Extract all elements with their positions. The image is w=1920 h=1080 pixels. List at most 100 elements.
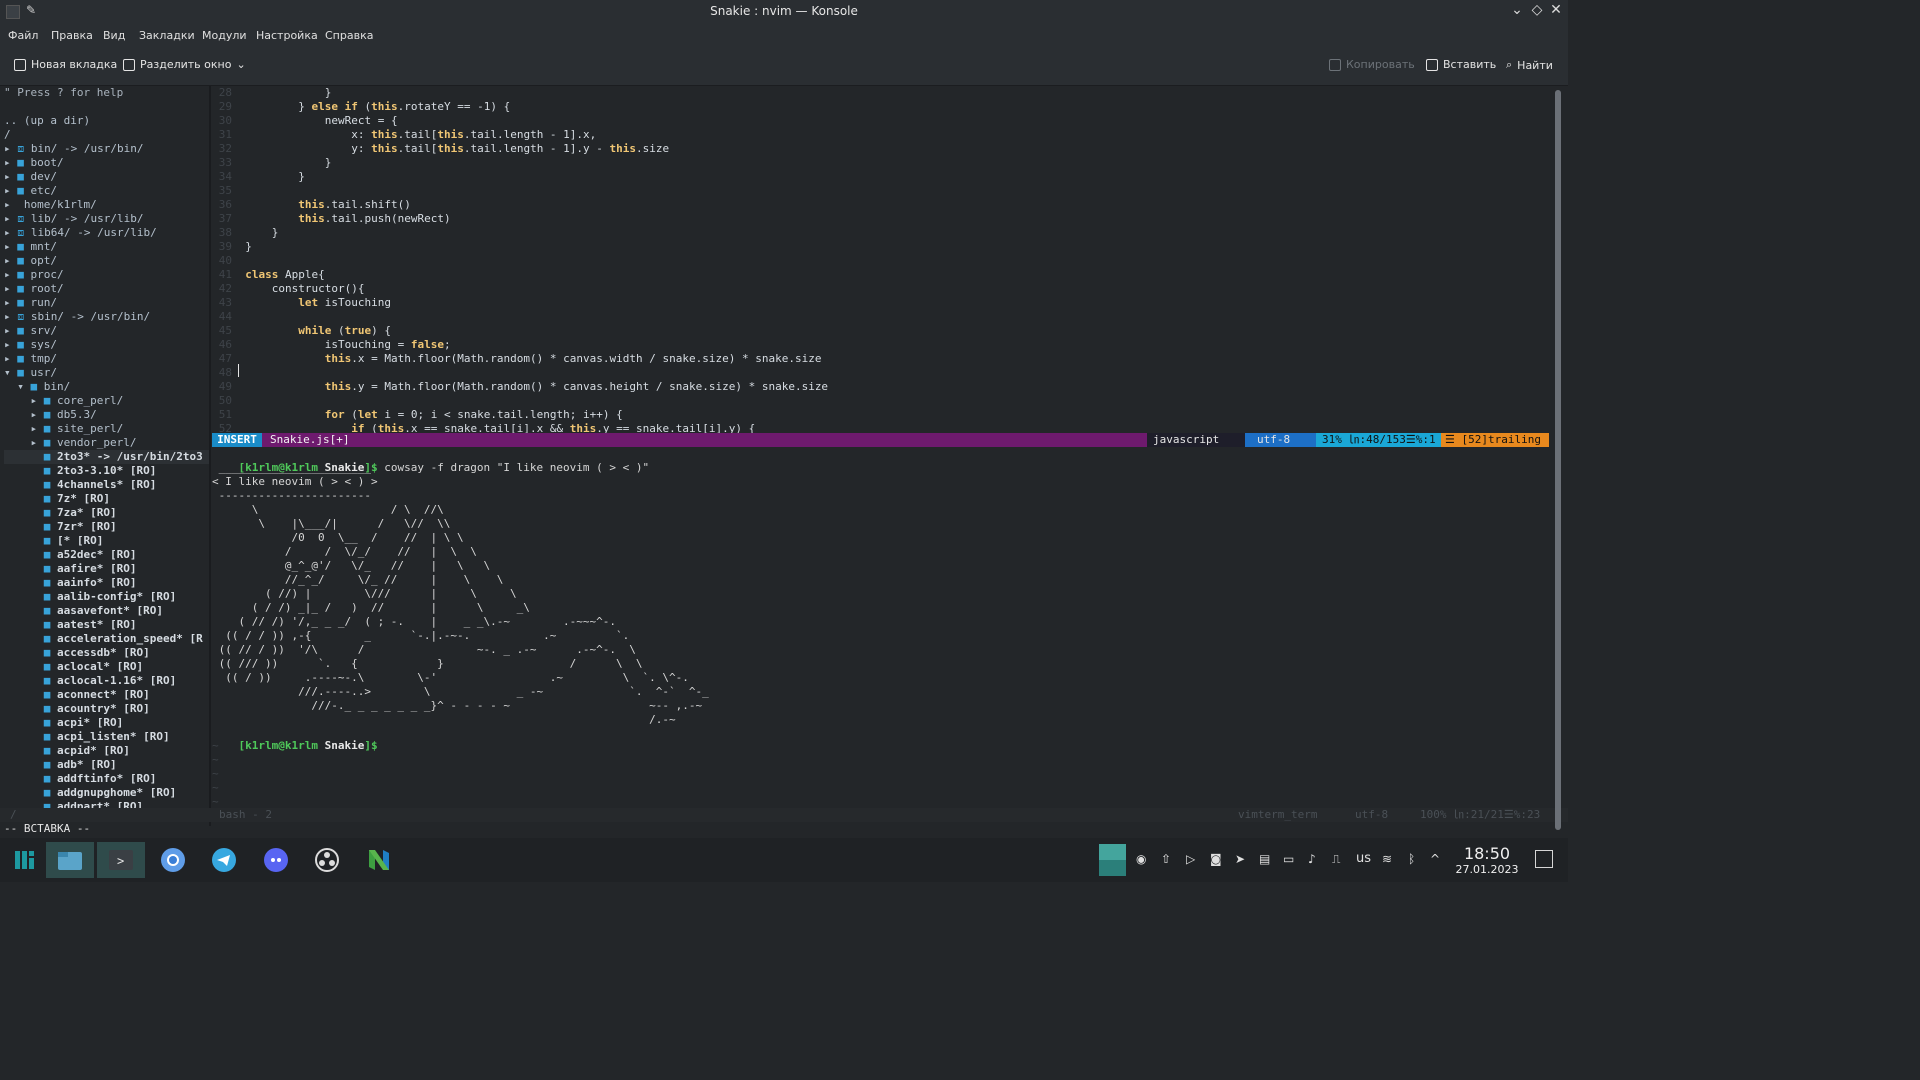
tree-item[interactable]: ■ acpi_listen* [RO] [4, 730, 170, 744]
tree-arrow-icon[interactable] [4, 604, 37, 617]
tree-item[interactable]: ▾ ■ usr/ [4, 366, 57, 380]
tree-arrow-icon[interactable] [4, 646, 37, 659]
tree-arrow-icon[interactable] [4, 618, 37, 631]
tree-item[interactable]: ■ aclocal* [RO] [4, 660, 143, 674]
tree-arrow-icon[interactable]: ▸ [4, 226, 11, 239]
tree-arrow-icon[interactable]: ▸ [4, 408, 37, 421]
tree-item[interactable]: ■ aafire* [RO] [4, 562, 137, 576]
tree-item[interactable]: ▸ ■ mnt/ [4, 240, 57, 254]
tree-arrow-icon[interactable]: ▸ [4, 156, 11, 169]
code-line[interactable]: 48 [212, 366, 245, 380]
tree-arrow-icon[interactable]: ▸ [4, 142, 11, 155]
tree-arrow-icon[interactable]: ▾ [4, 380, 24, 393]
tree-item[interactable]: ▸ ■ proc/ [4, 268, 64, 282]
discord-tray-icon[interactable]: ◙ [1210, 852, 1222, 866]
tree-arrow-icon[interactable] [4, 688, 37, 701]
media-play-icon[interactable]: ▷ [1186, 852, 1195, 866]
tree-item[interactable]: ■ 7za* [RO] [4, 506, 117, 520]
tree-arrow-icon[interactable] [4, 562, 37, 575]
tree-arrow-icon[interactable]: ▸ [4, 436, 37, 449]
code-line[interactable]: 34 } [212, 170, 305, 184]
tree-arrow-icon[interactable] [4, 590, 37, 603]
code-line[interactable]: 45 while (true) { [212, 324, 391, 338]
tree-arrow-icon[interactable] [4, 716, 37, 729]
tree-arrow-icon[interactable] [4, 674, 37, 687]
tree-item[interactable]: ■ addftinfo* [RO] [4, 772, 157, 786]
tree-arrow-icon[interactable] [4, 478, 37, 491]
tree-item[interactable]: ■ 2to3-3.10* [RO] [4, 464, 157, 478]
tree-item[interactable]: ▸ ■ tmp/ [4, 352, 57, 366]
code-line[interactable]: 30 newRect = { [212, 114, 398, 128]
bluetooth-icon[interactable]: ᛒ [1408, 852, 1415, 866]
menu-view[interactable]: Вид [103, 29, 125, 42]
find-button[interactable]: ⌕ Найти [1506, 58, 1553, 72]
tree-item[interactable]: ▸ ■ dev/ [4, 170, 57, 184]
code-line[interactable]: 51 for (let i = 0; i < snake.tail.length… [212, 408, 623, 422]
tree-item[interactable]: ▸ ■ db5.3/ [4, 408, 96, 422]
tree-arrow-icon[interactable]: ▸ [4, 184, 11, 197]
virtual-desktop-pager[interactable] [1099, 844, 1126, 876]
tree-arrow-icon[interactable]: ▸ [4, 282, 11, 295]
copy-button[interactable]: Копировать [1329, 58, 1415, 71]
code-line[interactable]: 31 x: this.tail[this.tail.length - 1].x, [212, 128, 597, 142]
tree-arrow-icon[interactable]: ▸ [4, 422, 37, 435]
tree-item[interactable]: ■ aalib-config* [RO] [4, 590, 176, 604]
code-line[interactable]: 38 } [212, 226, 279, 240]
tree-item[interactable]: ■ addgnupghome* [RO] [4, 786, 176, 800]
tree-arrow-icon[interactable]: ▸ [4, 254, 11, 267]
tree-item[interactable]: ▸ ■ run/ [4, 296, 57, 310]
tree-arrow-icon[interactable]: ▸ [4, 310, 11, 323]
chromium-tray-icon[interactable]: ◉ [1136, 852, 1146, 866]
neovim-icon[interactable] [355, 842, 403, 878]
tree-item[interactable]: ▸ ■ core_perl/ [4, 394, 123, 408]
tree-item[interactable]: ▸ ⧈ lib/ -> /usr/lib/ [4, 212, 143, 226]
code-line[interactable]: 44 [212, 310, 245, 324]
tree-item[interactable]: ▸ ■ boot/ [4, 156, 64, 170]
tree-arrow-icon[interactable]: ▾ [4, 366, 11, 379]
tree-item[interactable]: ■ acpi* [RO] [4, 716, 123, 730]
menu-file[interactable]: Файл [8, 29, 38, 42]
tree-arrow-icon[interactable] [4, 730, 37, 743]
tree-item[interactable]: ■ aclocal-1.16* [RO] [4, 674, 176, 688]
tree-item[interactable]: ▸ ⧈ bin/ -> /usr/bin/ [4, 142, 143, 156]
tree-item[interactable]: ▸ ■ opt/ [4, 254, 57, 268]
code-line[interactable]: 33 } [212, 156, 332, 170]
volume-icon[interactable]: ♪ [1308, 852, 1316, 866]
tree-arrow-icon[interactable] [4, 520, 37, 533]
tree-item[interactable]: ▸ ⧈ lib64/ -> /usr/lib/ [4, 226, 157, 240]
scrollbar-thumb[interactable] [1555, 90, 1561, 830]
code-line[interactable]: 49 this.y = Math.floor(Math.random() * c… [212, 380, 828, 394]
tree-item[interactable]: ■ 4channels* [RO] [4, 478, 157, 492]
keyboard-layout[interactable]: us [1356, 851, 1371, 866]
terminal-icon[interactable]: > [97, 842, 145, 878]
chromium-icon[interactable] [149, 842, 197, 878]
code-line[interactable]: 37 this.tail.push(newRect) [212, 212, 451, 226]
tree-item[interactable]: ■ [* [RO] [4, 534, 104, 548]
tree-item[interactable]: ■ aconnect* [RO] [4, 688, 150, 702]
obs-icon[interactable] [303, 842, 351, 878]
update-icon[interactable]: ⇧ [1161, 852, 1171, 866]
tree-arrow-icon[interactable] [4, 492, 37, 505]
tree-arrow-icon[interactable]: ▸ [4, 170, 11, 183]
clipboard-icon[interactable]: ▤ [1259, 852, 1270, 866]
tree-arrow-icon[interactable]: ▸ [4, 268, 11, 281]
split-view-button[interactable]: Разделить окно ⌄ [123, 58, 246, 71]
tree-arrow-icon[interactable]: ▸ [4, 212, 11, 225]
tree-arrow-icon[interactable]: ▸ [4, 352, 11, 365]
tree-item[interactable]: ■ aasavefont* [RO] [4, 604, 163, 618]
paste-button[interactable]: Вставить [1426, 58, 1496, 71]
code-line[interactable]: 41 class Apple{ [212, 268, 325, 282]
code-line[interactable]: 50 [212, 394, 245, 408]
tree-item[interactable]: ■ acceleration_speed* [R [4, 632, 203, 646]
tree-item[interactable]: ▸ home/k1rlm/ [4, 198, 97, 212]
tree-item[interactable]: ▾ ■ bin/ [4, 380, 70, 394]
tree-arrow-icon[interactable] [4, 548, 37, 561]
tree-item[interactable]: ▸ ■ sys/ [4, 338, 57, 352]
code-line[interactable]: 40 [212, 254, 245, 268]
maximize-icon[interactable]: ◇ [1529, 2, 1545, 18]
tree-arrow-icon[interactable]: ▸ [4, 394, 37, 407]
tree-arrow-icon[interactable] [4, 758, 37, 771]
tree-up-dir[interactable]: .. (up a dir) [4, 114, 90, 128]
code-line[interactable]: 43 let isTouching [212, 296, 391, 310]
tree-item[interactable]: ■ adb* [RO] [4, 758, 117, 772]
